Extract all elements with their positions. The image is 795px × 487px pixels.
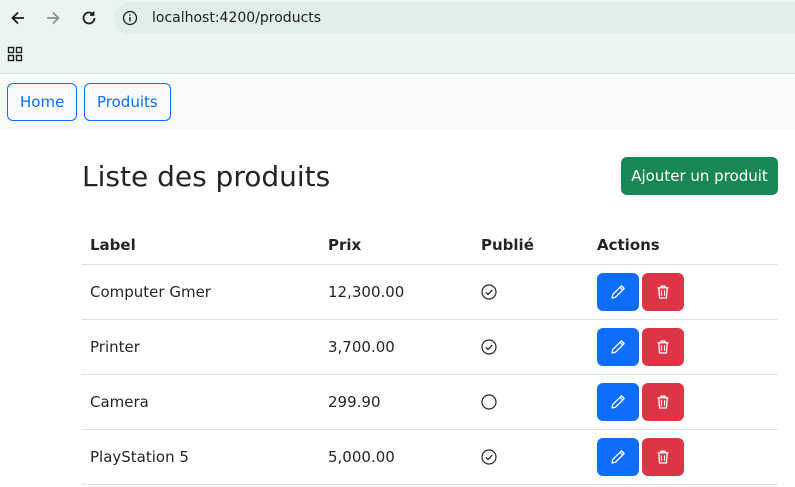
delete-button[interactable] [642,273,684,311]
delete-button[interactable] [642,383,684,421]
product-price: 299.90 [328,393,381,411]
header-label: Label [90,236,136,254]
app-navbar: Home Produits [0,75,795,129]
trash-icon [655,339,671,355]
header-publie: Publié [481,236,534,254]
check-circle-icon [481,284,497,300]
edit-button[interactable] [597,383,639,421]
url-text: localhost:4200/products [152,10,322,26]
delete-button[interactable] [642,438,684,476]
back-arrow-icon[interactable] [8,8,28,28]
product-price: 12,300.00 [328,283,405,301]
home-nav-button[interactable]: Home [7,83,78,121]
header-prix: Prix [328,236,362,254]
product-label: Computer Gmer [90,283,211,301]
page-title: Liste des produits [82,160,331,193]
pencil-icon [610,284,626,300]
pencil-icon [610,339,626,355]
pencil-icon [610,394,626,410]
pencil-icon [610,449,626,465]
site-info-icon[interactable] [122,10,138,26]
table-row: Printer 3,700.00 [82,320,778,375]
product-label: Printer [90,338,140,356]
circle-icon [481,394,497,410]
table-row: Camera 299.90 [82,375,778,430]
apps-grid-icon[interactable] [7,46,23,62]
forward-arrow-icon[interactable] [43,8,63,28]
table-row: Computer Gmer 12,300.00 [82,265,778,320]
address-bar[interactable]: localhost:4200/products [114,2,795,34]
trash-icon [655,449,671,465]
product-price: 3,700.00 [328,338,395,356]
check-circle-icon [481,339,497,355]
edit-button[interactable] [597,438,639,476]
check-circle-icon [481,449,497,465]
product-price: 5,000.00 [328,448,395,466]
edit-button[interactable] [597,328,639,366]
trash-icon [655,284,671,300]
trash-icon [655,394,671,410]
product-label: Camera [90,393,149,411]
table-header-row: Label Prix Publié Actions [82,225,778,265]
browser-toolbar: localhost:4200/products [0,0,795,36]
edit-button[interactable] [597,273,639,311]
products-table: Label Prix Publié Actions Computer Gmer … [82,225,778,485]
delete-button[interactable] [642,328,684,366]
produits-nav-button[interactable]: Produits [84,83,171,121]
table-row: PlayStation 5 5,000.00 [82,430,778,485]
add-product-button[interactable]: Ajouter un produit [621,157,778,195]
bookmarks-bar [0,36,795,74]
header-actions: Actions [597,236,660,254]
product-label: PlayStation 5 [90,448,189,466]
reload-icon[interactable] [79,8,99,28]
